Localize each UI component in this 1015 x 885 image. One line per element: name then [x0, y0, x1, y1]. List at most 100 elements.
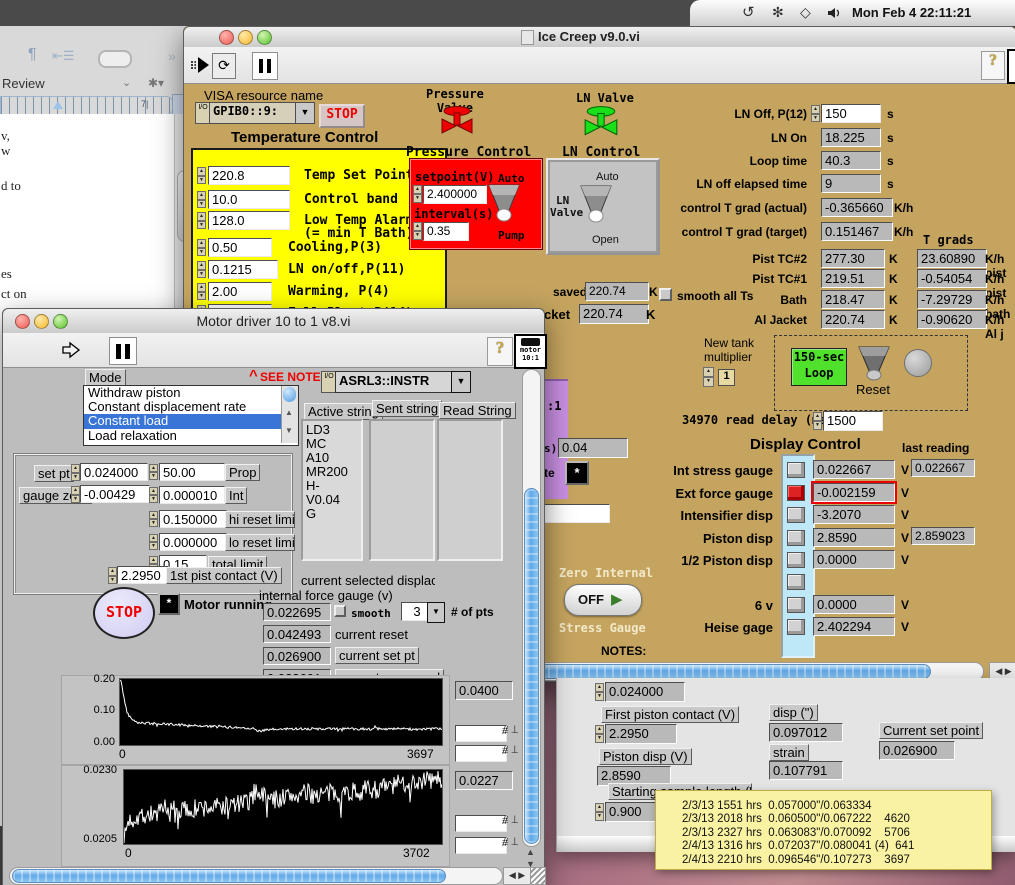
spotlight-diamond-icon[interactable]: ◇ [800, 4, 811, 21]
round-button[interactable] [904, 349, 932, 377]
temp-row-value[interactable]: 128.0 [208, 211, 290, 230]
scroll-down-arrow[interactable]: ▼ [285, 426, 293, 435]
active-string-list[interactable]: LD3 MC A10 MR200 H- V0.04 G [301, 419, 363, 561]
minimize-button[interactable] [238, 30, 253, 45]
first-piston-contact-spinner[interactable]: ▲ ▼ [595, 725, 604, 743]
motor-stop-button[interactable]: STOP [93, 587, 155, 639]
word-toolbar-pill[interactable] [98, 50, 132, 68]
pid-row-spinner[interactable]: ▲▼ [149, 464, 158, 480]
mode-list-scrollbar[interactable]: ▲ ▼ [281, 386, 298, 443]
pid-row-value[interactable]: 0.000010 [159, 486, 225, 504]
resize-grip[interactable] [530, 867, 546, 885]
active-string-item[interactable]: G [306, 507, 358, 521]
gauge-zero-spinner[interactable]: ▲ ▼ [71, 486, 80, 503]
new-tank-value[interactable]: 1 [718, 369, 735, 386]
motor-vscroll-up-arrow[interactable]: ▲ [526, 847, 535, 857]
pause-button[interactable] [252, 52, 278, 80]
new-tank-spinner[interactable]: ▲ ▼ [703, 367, 714, 387]
set-pt-value[interactable]: 0.024000 [80, 463, 148, 481]
starburst-icon[interactable]: ✻ [772, 4, 784, 21]
ice-horizontal-scrollbar-thumb[interactable] [539, 664, 931, 679]
temp-row-spinner[interactable]: ▲▼ [197, 283, 206, 300]
pressure-valve-icon[interactable] [439, 105, 475, 139]
temp-row-value[interactable]: 0.1215 [208, 260, 278, 279]
motor-running-checkbox[interactable]: * [158, 593, 180, 615]
notes-window[interactable]: 2/3/13 1551 hrs 0.057000"/0.063334 2/3/1… [655, 790, 992, 870]
display-row-button[interactable] [787, 462, 805, 478]
g1-scale-box2[interactable] [455, 745, 507, 762]
run-button-icon[interactable] [190, 54, 212, 76]
first-contact-value[interactable]: 2.2950 [117, 566, 169, 584]
help-button[interactable]: ? [487, 337, 513, 366]
active-string-item[interactable]: MR200 [306, 465, 358, 479]
pid-row-value[interactable]: 0.000000 [159, 533, 227, 551]
close-button[interactable] [219, 30, 234, 45]
zero-internal-switch[interactable]: OFF ▶ [564, 584, 642, 616]
mode-scroll-thumb[interactable] [283, 387, 296, 402]
starting-length-spinner[interactable]: ▲ ▼ [595, 803, 604, 821]
time-machine-icon[interactable]: ↺ [742, 3, 755, 21]
temp-row-value[interactable]: 0.50 [208, 238, 272, 257]
smooth-all-checkbox[interactable] [659, 288, 672, 301]
small-text-field[interactable] [544, 504, 610, 523]
active-string-item[interactable]: H- [306, 479, 358, 493]
temp-row-value[interactable]: 10.0 [208, 190, 290, 209]
num-pts-dropdown-button[interactable]: ▼ [427, 602, 445, 623]
temp-row-value[interactable]: 220.8 [208, 166, 290, 185]
temp-row-spinner[interactable]: ▲▼ [197, 261, 206, 278]
pause-button[interactable] [109, 337, 137, 365]
motor-title-bar[interactable]: Motor driver 10 to 1 v8.vi [3, 309, 544, 334]
display-row-button[interactable] [787, 507, 805, 523]
display-row-button[interactable] [787, 574, 805, 590]
reset-knob[interactable] [856, 345, 892, 383]
temp-row-spinner[interactable]: ▲▼ [197, 191, 206, 208]
active-string-item[interactable]: A10 [306, 451, 358, 465]
read-delay-value[interactable]: 1500 [823, 411, 883, 431]
sent-string-list[interactable] [369, 419, 435, 561]
scroll-up-arrow[interactable]: ▲ [285, 408, 293, 417]
motor-visa-dropdown-button[interactable]: ▼ [451, 371, 471, 393]
read-string-list[interactable] [437, 419, 503, 561]
mode-list-item[interactable]: Withdraw piston [84, 386, 281, 400]
smooth-checkbox[interactable] [334, 605, 346, 617]
g2-scale-box1[interactable] [455, 815, 507, 832]
visa-dropdown-button[interactable]: ▼ [295, 102, 315, 124]
pid-row-value[interactable]: 0.150000 [159, 510, 227, 528]
setpt-spinner[interactable]: ▲ ▼ [595, 683, 604, 701]
ice-stop-button[interactable]: STOP [319, 104, 365, 128]
display-row-button[interactable] [787, 597, 805, 613]
visa-resource-combo[interactable]: GPIB0::9: [209, 102, 301, 124]
timing-row-value[interactable]: 150 [821, 104, 881, 123]
pid-row-spinner[interactable]: ▲▼ [149, 511, 158, 527]
pid-row-spinner[interactable]: ▲▼ [149, 487, 158, 503]
temp-row-spinner[interactable]: ▲▼ [197, 167, 206, 184]
pid-row-spinner[interactable]: ▲▼ [149, 534, 158, 550]
help-button[interactable]: ? [981, 51, 1005, 80]
g1-scale-icons2[interactable]: ⧥ ⊥ [502, 744, 518, 757]
read-delay-spinner[interactable]: ▲ ▼ [813, 412, 822, 430]
gauge-zero-value[interactable]: -0.00429 [80, 485, 150, 503]
motor-vertical-scrollbar[interactable] [522, 369, 541, 847]
pid-row-value[interactable]: 50.00 [159, 463, 225, 481]
update-checkbox-icon[interactable]: * [565, 461, 589, 485]
first-contact-spinner[interactable]: ▲ ▼ [108, 567, 117, 584]
chevrons-icon[interactable]: » [168, 48, 176, 64]
motor-vertical-scrollbar-thumb[interactable] [524, 488, 539, 844]
display-row-button[interactable] [787, 619, 805, 635]
mode-list-item[interactable]: Constant displacement rate [84, 400, 281, 414]
interval-value[interactable]: 0.35 [423, 222, 469, 241]
g2-scale-icons1[interactable]: ⧥ ⊥ [502, 814, 518, 827]
chevron-down-icon[interactable]: ⌄ [122, 76, 131, 89]
interval-spinner[interactable]: ▲ ▼ [413, 222, 422, 240]
display-row-button[interactable] [787, 485, 805, 501]
g1-scale-box1[interactable] [455, 725, 507, 742]
g2-scale-box2[interactable] [455, 837, 507, 854]
set-pt-spinner[interactable]: ▲ ▼ [71, 464, 80, 481]
menu-clock[interactable]: Mon Feb 4 22:11:21 [852, 5, 971, 20]
run-continuous-button[interactable]: ⟳ [212, 53, 236, 79]
motor-scroll-arrows[interactable]: ◀ ▶ [503, 867, 531, 885]
temp-row-value[interactable]: 2.00 [208, 282, 272, 301]
ice-title-bar[interactable]: Ice Creep v9.0.vi [184, 27, 1015, 48]
g2-scale-icons2[interactable]: ⧥ ⊥ [502, 836, 518, 849]
g1-scale-icons1[interactable]: ⧥ ⊥ [502, 724, 518, 737]
